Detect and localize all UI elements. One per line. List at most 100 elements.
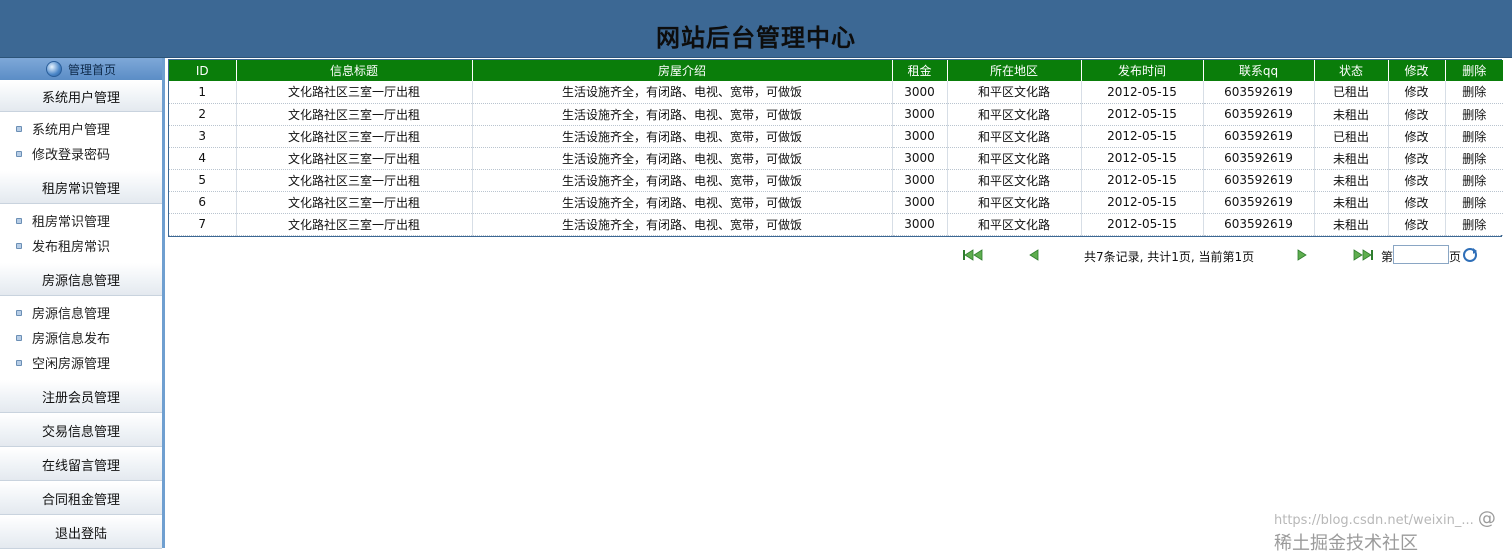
edit-link[interactable]: 修改 <box>1388 169 1446 192</box>
table-cell: 4 <box>169 147 237 170</box>
table-cell: 3000 <box>892 169 948 192</box>
delete-link[interactable]: 删除 <box>1445 103 1503 126</box>
sidebar-item-label: 系统用户管理 <box>32 123 111 138</box>
table-cell: 和平区文化路 <box>947 125 1082 148</box>
column-header: 删除 <box>1445 60 1503 81</box>
table-header-row: ID 信息标题 房屋介绍 租金 所在地区 发布时间 联系qq 状态 修改 删除 <box>169 60 1503 81</box>
sidebar-group-header[interactable]: 注册会员管理 <box>0 379 162 413</box>
sidebar-item[interactable]: 系统用户管理 <box>0 116 162 141</box>
table-body: 1 文化路社区三室一厅出租 生活设施齐全，有闭路、电视、宽带，可做饭 3000 和平区文… <box>169 81 1503 236</box>
table-cell: 2012-05-15 <box>1081 125 1204 148</box>
table-cell: 和平区文化路 <box>947 147 1082 170</box>
delete-link[interactable]: 删除 <box>1445 191 1503 214</box>
edit-link[interactable]: 修改 <box>1388 213 1446 236</box>
table-cell: 2012-05-15 <box>1081 191 1204 214</box>
table-cell: 2012-05-15 <box>1081 213 1204 236</box>
table-row: 3 文化路社区三室一厅出租 生活设施齐全，有闭路、电视、宽带，可做饭 3000 和平区文… <box>169 125 1503 148</box>
watermark-url: https://blog.csdn.net/weixin_... <box>1274 513 1474 528</box>
table-cell: 5 <box>169 169 237 192</box>
delete-link[interactable]: 删除 <box>1445 125 1503 148</box>
sidebar-groups: 系统用户管理 系统用户管理 修改登录密码 租房常识管理 租房常识管理 发布租房常识 房源信息… <box>0 80 162 549</box>
table-cell: 和平区文化路 <box>947 191 1082 214</box>
table-row: 5 文化路社区三室一厅出租 生活设施齐全，有闭路、电视、宽带，可做饭 3000 和平区文… <box>169 169 1503 192</box>
table-row: 1 文化路社区三室一厅出租 生活设施齐全，有闭路、电视、宽带，可做饭 3000 和平区文… <box>169 81 1503 104</box>
table-cell: 3 <box>169 125 237 148</box>
edit-link[interactable]: 修改 <box>1388 125 1446 148</box>
previous-page-icon[interactable] <box>1028 249 1040 261</box>
column-header: 联系qq <box>1203 60 1315 81</box>
table-cell: 生活设施齐全，有闭路、电视、宽带，可做饭 <box>472 213 893 236</box>
table-cell: 603592619 <box>1203 147 1315 170</box>
table-cell: 文化路社区三室一厅出租 <box>236 213 473 236</box>
table-row: 4 文化路社区三室一厅出租 生活设施齐全，有闭路、电视、宽带，可做饭 3000 和平区文… <box>169 147 1503 170</box>
table-cell: 2012-05-15 <box>1081 147 1204 170</box>
bullet-icon <box>16 150 22 157</box>
sidebar-group-header[interactable]: 系统用户管理 <box>0 80 162 112</box>
table-cell: 3000 <box>892 147 948 170</box>
top-header: 网站后台管理中心 <box>0 0 1512 58</box>
table-cell: 生活设施齐全，有闭路、电视、宽带，可做饭 <box>472 191 893 214</box>
table-cell: 生活设施齐全，有闭路、电视、宽带，可做饭 <box>472 147 893 170</box>
table-cell: 生活设施齐全，有闭路、电视、宽带，可做饭 <box>472 81 893 104</box>
table-cell: 603592619 <box>1203 191 1315 214</box>
table-cell: 文化路社区三室一厅出租 <box>236 169 473 192</box>
table-cell: 生活设施齐全，有闭路、电视、宽带，可做饭 <box>472 169 893 192</box>
table-cell: 和平区文化路 <box>947 81 1082 104</box>
sidebar-group-header[interactable]: 租房常识管理 <box>0 170 162 204</box>
sidebar-group-header[interactable]: 在线留言管理 <box>0 447 162 481</box>
table-cell: 和平区文化路 <box>947 169 1082 192</box>
go-refresh-icon[interactable] <box>1462 247 1478 263</box>
globe-icon <box>45 61 62 77</box>
bullet-icon <box>16 125 22 132</box>
page-title: 网站后台管理中心 <box>656 24 856 52</box>
sidebar-group-header[interactable]: 房源信息管理 <box>0 262 162 296</box>
last-page-icon[interactable] <box>1352 249 1374 261</box>
table-cell: 文化路社区三室一厅出租 <box>236 103 473 126</box>
edit-link[interactable]: 修改 <box>1388 81 1446 104</box>
table-cell: 未租出 <box>1314 213 1389 236</box>
table-cell: 已租出 <box>1314 125 1389 148</box>
sidebar-group-header[interactable]: 交易信息管理 <box>0 413 162 447</box>
sidebar: 管理首页 系统用户管理 系统用户管理 修改登录密码 租房常识管理 租房常识管理 发布租房常… <box>0 58 162 549</box>
sidebar-item-label: 修改登录密码 <box>32 148 111 163</box>
sidebar-item[interactable]: 空闲房源管理 <box>0 350 162 375</box>
table-cell: 2012-05-15 <box>1081 103 1204 126</box>
sidebar-item[interactable]: 房源信息管理 <box>0 300 162 325</box>
sidebar-item[interactable]: 租房常识管理 <box>0 208 162 233</box>
delete-link[interactable]: 删除 <box>1445 147 1503 170</box>
sidebar-group-header[interactable]: 合同租金管理 <box>0 481 162 515</box>
table-cell: 603592619 <box>1203 81 1315 104</box>
table-cell: 文化路社区三室一厅出租 <box>236 191 473 214</box>
sidebar-home-label: 管理首页 <box>67 62 116 77</box>
sidebar-item[interactable]: 发布租房常识 <box>0 233 162 258</box>
page-jump-input[interactable] <box>1393 245 1449 264</box>
sidebar-item-label: 房源信息发布 <box>32 332 111 347</box>
table-cell: 603592619 <box>1203 103 1315 126</box>
table-row: 6 文化路社区三室一厅出租 生活设施齐全，有闭路、电视、宽带，可做饭 3000 和平区文… <box>169 191 1503 214</box>
table-cell: 3000 <box>892 125 948 148</box>
column-header: ID <box>169 60 237 81</box>
edit-link[interactable]: 修改 <box>1388 103 1446 126</box>
sidebar-item-label: 空闲房源管理 <box>32 357 111 372</box>
next-page-icon[interactable] <box>1296 249 1308 261</box>
column-header: 所在地区 <box>947 60 1082 81</box>
column-header: 发布时间 <box>1081 60 1204 81</box>
sidebar-item[interactable]: 房源信息发布 <box>0 325 162 350</box>
table-cell: 7 <box>169 213 237 236</box>
table-cell: 2 <box>169 103 237 126</box>
bullet-icon <box>16 359 22 366</box>
table-cell: 和平区文化路 <box>947 103 1082 126</box>
delete-link[interactable]: 删除 <box>1445 169 1503 192</box>
sidebar-item[interactable]: 修改登录密码 <box>0 141 162 166</box>
table-cell: 603592619 <box>1203 169 1315 192</box>
delete-link[interactable]: 删除 <box>1445 81 1503 104</box>
first-page-icon[interactable] <box>962 249 984 261</box>
table-cell: 和平区文化路 <box>947 213 1082 236</box>
table-cell: 3000 <box>892 81 948 104</box>
edit-link[interactable]: 修改 <box>1388 191 1446 214</box>
sidebar-group-header[interactable]: 退出登陆 <box>0 515 162 549</box>
delete-link[interactable]: 删除 <box>1445 213 1503 236</box>
jump-suffix-label: 页 <box>1449 250 1462 264</box>
edit-link[interactable]: 修改 <box>1388 147 1446 170</box>
sidebar-home-link[interactable]: 管理首页 <box>0 58 162 80</box>
